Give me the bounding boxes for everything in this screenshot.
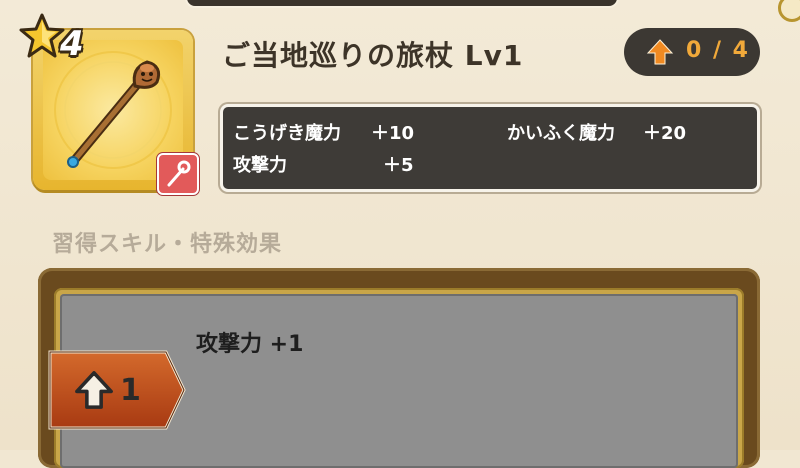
star-icon	[19, 13, 65, 58]
skills-heading: 習得スキル・特殊効果	[52, 232, 283, 257]
skill-level-value: 1	[120, 373, 141, 408]
stat-attack-label: 攻撃力	[233, 155, 287, 176]
upgrade-count: 0 / 4	[686, 38, 750, 63]
top-tab	[185, 0, 619, 8]
skill-level-tag	[48, 348, 188, 432]
stat-attack-magic-label: こうげき魔力	[233, 123, 341, 144]
item-name: ご当地巡りの旅杖 Lv1	[222, 39, 524, 72]
up-arrow-icon	[75, 371, 113, 409]
stat-attack-value: ＋5	[383, 155, 414, 176]
staff-type-icon	[167, 160, 191, 187]
up-arrow-icon	[646, 39, 674, 65]
stat-heal-magic-label: かいふく魔力	[507, 123, 615, 144]
rarity-badge: 4	[18, 12, 98, 72]
stats-box: こうげき魔力 ＋10 かいふく魔力 ＋20 攻撃力 ＋5	[220, 104, 760, 192]
stat-attack-magic-value: ＋10	[371, 123, 415, 144]
rarity-value: 4	[60, 24, 84, 64]
weapon-type-badge	[157, 153, 199, 195]
upgrade-counter: 0 / 4	[624, 28, 760, 76]
skill-effect-text: 攻撃力 +1	[196, 332, 304, 357]
stat-heal-magic-value: ＋20	[643, 123, 687, 144]
level-tag-shape	[48, 350, 186, 430]
